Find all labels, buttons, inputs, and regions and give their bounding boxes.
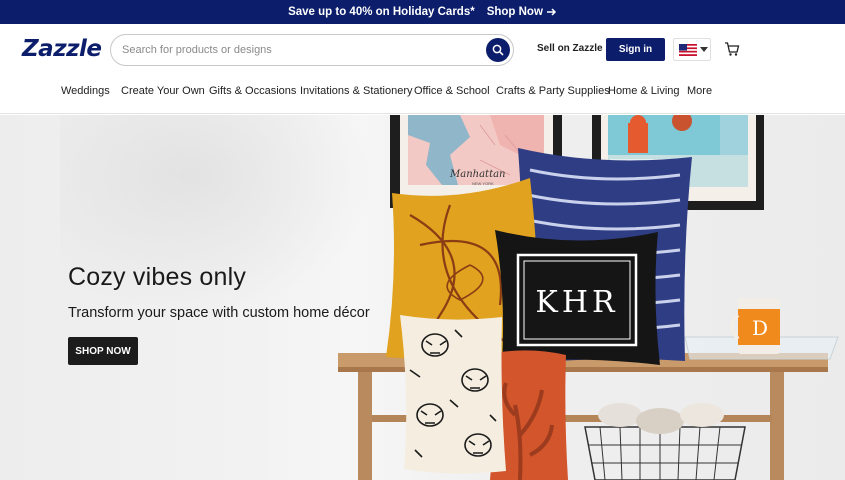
chevron-down-icon <box>700 46 708 52</box>
us-flag-icon <box>679 43 697 56</box>
hero-shop-now-button[interactable]: SHOP NOW <box>68 337 138 365</box>
zazzle-logo[interactable]: Zazzle <box>22 36 102 62</box>
sell-on-zazzle-link[interactable]: Sell on Zazzle <box>537 43 603 54</box>
nav-item-invitations-stationery[interactable]: Invitations & Stationery <box>300 85 413 97</box>
hero-banner: Manhattan NEW YORK D KHR Cozy vibes only… <box>0 115 845 480</box>
search-icon <box>492 44 504 56</box>
mug-letter-text: D <box>752 316 768 340</box>
cart-button[interactable] <box>720 36 744 62</box>
nav-item-gifts-occasions[interactable]: Gifts & Occasions <box>209 85 296 97</box>
search-button[interactable] <box>486 38 510 62</box>
pillow-monogram-text: KHR <box>535 285 618 320</box>
sign-in-button[interactable]: Sign in <box>606 38 665 61</box>
nav-item-create-your-own[interactable]: Create Your Own <box>121 85 205 97</box>
locale-selector[interactable] <box>673 38 711 61</box>
arrow-right-icon <box>546 8 556 16</box>
hero-subtitle: Transform your space with custom home dé… <box>68 305 370 321</box>
nav-item-home-living[interactable]: Home & Living <box>608 85 680 97</box>
nav-item-weddings[interactable]: Weddings <box>61 85 110 97</box>
search-bar <box>110 34 514 66</box>
promo-banner: Save up to 40% on Holiday Cards* Shop No… <box>0 0 845 24</box>
nav-item-more[interactable]: More <box>687 85 712 97</box>
promo-text: Save up to 40% on Holiday Cards* <box>288 6 475 18</box>
print-caption-text: NEW YORK <box>472 181 494 186</box>
search-input[interactable] <box>122 44 482 56</box>
nav-item-crafts-party-supplies[interactable]: Crafts & Party Supplies <box>496 85 610 97</box>
nav-item-office-school[interactable]: Office & School <box>414 85 490 97</box>
tiger-print-pillow <box>400 315 506 474</box>
print-city-text: Manhattan <box>449 169 505 180</box>
wire-basket <box>584 403 746 480</box>
black-monogram-pillow: KHR <box>495 230 660 365</box>
promo-shop-now-label: Shop Now <box>486 6 543 18</box>
promo-shop-now-link[interactable]: Shop Now <box>487 6 557 18</box>
site-header: Zazzle Sell on Zazzle Sign in <box>0 24 845 76</box>
hero-product-scene: Manhattan NEW YORK D KHR <box>338 115 839 480</box>
cart-icon <box>725 42 740 56</box>
monogram-mug: D <box>730 298 780 354</box>
hero-title: Cozy vibes only <box>68 263 247 291</box>
category-nav: Weddings Create Your Own Gifts & Occasio… <box>0 76 845 114</box>
